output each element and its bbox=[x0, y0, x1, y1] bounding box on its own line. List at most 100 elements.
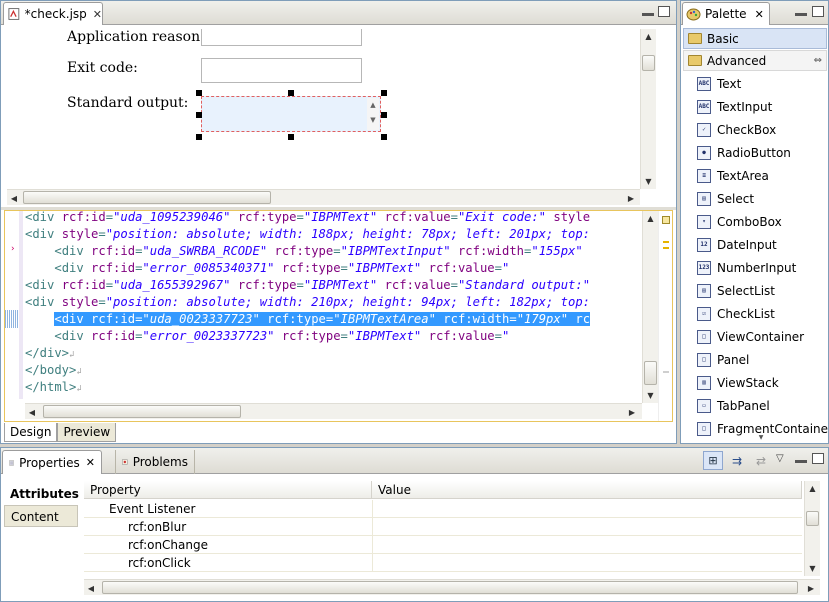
standard-output-textarea[interactable]: ▲ ▼ bbox=[201, 96, 381, 132]
source-horizontal-scrollbar[interactable]: ◀ ▶ bbox=[25, 403, 642, 419]
code-line[interactable]: <div rcf:id="uda_1655392967" rcf:type="I… bbox=[25, 277, 590, 294]
application-reason-input[interactable] bbox=[201, 29, 362, 46]
resize-handle[interactable] bbox=[288, 134, 294, 140]
palette-item[interactable]: 12 DateInput bbox=[697, 233, 777, 256]
palette-item[interactable]: ▾ ComboBox bbox=[697, 210, 782, 233]
resize-handle[interactable] bbox=[196, 134, 202, 140]
table-row[interactable]: rcf:onChange bbox=[84, 536, 802, 554]
code-line[interactable]: <div rcf:id="uda_SWRBA_RCODE" rcf:type="… bbox=[25, 243, 582, 260]
scroll-left-icon[interactable]: ◀ bbox=[25, 405, 39, 419]
resize-handle[interactable] bbox=[381, 134, 387, 140]
scroll-thumb[interactable] bbox=[806, 511, 819, 526]
view-menu-icon[interactable]: ▽ bbox=[776, 453, 784, 464]
maximize-icon[interactable] bbox=[812, 453, 824, 464]
maximize-icon[interactable] bbox=[812, 6, 824, 17]
code-line[interactable]: <div rcf:id="uda_0023337723" rcf:type="I… bbox=[25, 311, 591, 328]
properties-horizontal-scrollbar[interactable]: ◀ ▶ bbox=[84, 579, 820, 595]
design-canvas[interactable]: Application reason: Exit code: Standard … bbox=[7, 29, 640, 189]
palette-item[interactable]: ABC Text bbox=[697, 72, 741, 95]
side-tab-attributes[interactable]: Attributes bbox=[4, 483, 79, 505]
code-line[interactable]: </div>↲ bbox=[25, 345, 74, 362]
scroll-down-icon[interactable]: ▼ bbox=[641, 174, 656, 188]
column-header-property[interactable]: Property bbox=[84, 481, 372, 499]
code-line[interactable]: <div rcf:id="error_0023337723" rcf:type=… bbox=[25, 328, 509, 345]
scroll-thumb[interactable] bbox=[642, 55, 655, 71]
side-tab-content[interactable]: Content bbox=[4, 505, 78, 527]
scroll-left-icon[interactable]: ◀ bbox=[84, 581, 98, 595]
column-header-value[interactable]: Value bbox=[372, 481, 802, 499]
palette-item[interactable]: ▭ TabPanel bbox=[697, 394, 770, 417]
exit-code-input[interactable] bbox=[201, 58, 362, 83]
tab-preview[interactable]: Preview bbox=[57, 423, 117, 442]
scroll-thumb[interactable] bbox=[644, 361, 657, 385]
resize-handle[interactable] bbox=[381, 90, 387, 96]
fold-arrow-icon[interactable]: › bbox=[11, 244, 15, 254]
collapse-arrows-icon[interactable]: ⇔ bbox=[814, 55, 822, 66]
scroll-down-icon[interactable]: ▼ bbox=[805, 561, 820, 575]
code-line[interactable]: </html>↲ bbox=[25, 379, 82, 396]
close-icon[interactable]: ✕ bbox=[93, 8, 102, 21]
properties-vertical-scrollbar[interactable]: ▲ ▼ bbox=[804, 481, 820, 576]
resize-handle[interactable] bbox=[196, 112, 202, 118]
design-horizontal-scrollbar[interactable]: ◀ ▶ bbox=[7, 189, 640, 205]
scroll-thumb[interactable] bbox=[43, 405, 241, 418]
resize-handle[interactable] bbox=[288, 90, 294, 96]
source-editor[interactable]: › <div rcf:id="uda_1095239046" rcf:type=… bbox=[4, 210, 673, 422]
scroll-thumb[interactable] bbox=[23, 191, 271, 204]
tab-check-jsp[interactable]: *check.jsp ✕ bbox=[3, 2, 103, 25]
minimize-icon[interactable] bbox=[642, 13, 654, 16]
tab-palette[interactable]: Palette ✕ bbox=[682, 2, 770, 25]
palette-item[interactable]: ✓ CheckBox bbox=[697, 118, 776, 141]
palette-item[interactable]: ☑ CheckList bbox=[697, 302, 775, 325]
scroll-right-icon[interactable]: ▶ bbox=[625, 405, 639, 419]
table-row[interactable]: rcf:onClick bbox=[84, 554, 802, 572]
palette-item[interactable]: □ Panel bbox=[697, 348, 749, 371]
table-row[interactable]: Event Listener bbox=[84, 500, 802, 518]
scroll-up-icon[interactable]: ▲ bbox=[643, 211, 658, 225]
code-line[interactable]: <div rcf:id="error_0085340371" rcf:type=… bbox=[25, 260, 509, 277]
tab-properties[interactable]: Properties ✕ bbox=[2, 450, 102, 474]
design-vertical-scrollbar[interactable]: ▲ ▼ bbox=[640, 29, 656, 189]
palette-item[interactable]: ▤ Select bbox=[697, 187, 754, 210]
restore-default-icon[interactable]: ⇄ bbox=[752, 452, 770, 470]
source-vertical-scrollbar[interactable]: ▲ ▼ bbox=[642, 211, 658, 403]
resize-handle[interactable] bbox=[196, 90, 202, 96]
close-icon[interactable]: ✕ bbox=[755, 8, 764, 21]
minimize-icon[interactable] bbox=[795, 460, 807, 463]
scroll-left-icon[interactable]: ◀ bbox=[7, 191, 21, 205]
code-line[interactable]: <div rcf:id="uda_1095239046" rcf:type="I… bbox=[25, 211, 590, 226]
close-icon[interactable]: ✕ bbox=[86, 456, 95, 469]
palette-item-label: CheckList bbox=[717, 306, 775, 321]
scroll-thumb[interactable] bbox=[102, 581, 798, 594]
palette-item[interactable]: ▥ ViewStack bbox=[697, 371, 779, 394]
palette-item[interactable]: 123 NumberInput bbox=[697, 256, 796, 279]
table-row[interactable]: rcf:onBlur bbox=[84, 518, 802, 536]
palette-item[interactable]: ≡ TextArea bbox=[697, 164, 769, 187]
palette-group-advanced[interactable]: Advanced ⇔ bbox=[683, 50, 827, 71]
resize-handle[interactable] bbox=[381, 112, 387, 118]
tree-view-icon[interactable]: ⊞ bbox=[703, 451, 723, 470]
code-line[interactable]: <div style="position: absolute; width: 1… bbox=[25, 226, 590, 243]
tab-design[interactable]: Design bbox=[4, 423, 58, 442]
palette-item[interactable]: ● RadioButton bbox=[697, 141, 791, 164]
code-line[interactable]: <div style="position: absolute; width: 2… bbox=[25, 294, 590, 311]
palette-item[interactable]: ▤ SelectList bbox=[697, 279, 775, 302]
palette-item[interactable]: □ ViewContainer bbox=[697, 325, 804, 348]
scroll-down-icon[interactable]: ▼ bbox=[643, 388, 658, 402]
code-area[interactable]: <div rcf:id="uda_1095239046" rcf:type="I… bbox=[25, 211, 645, 399]
sort-icon[interactable]: ⇉ bbox=[728, 452, 746, 470]
palette-item[interactable]: ABC TextInput bbox=[697, 95, 772, 118]
scroll-up-icon[interactable]: ▲ bbox=[641, 29, 656, 43]
code-line[interactable]: </body>↲ bbox=[25, 362, 82, 379]
tab-problems[interactable]: Problems bbox=[115, 450, 195, 474]
textarea-scrollbar[interactable]: ▲ ▼ bbox=[367, 98, 379, 130]
palette-group-basic[interactable]: Basic bbox=[683, 28, 827, 49]
palette-item-label: TextInput bbox=[717, 99, 773, 114]
minimize-icon[interactable] bbox=[795, 13, 807, 16]
scroll-down-icon[interactable]: ▼ bbox=[721, 435, 801, 441]
scroll-right-icon[interactable]: ▶ bbox=[624, 191, 638, 205]
maximize-icon[interactable] bbox=[658, 6, 670, 17]
scroll-right-icon[interactable]: ▶ bbox=[804, 581, 818, 595]
warning-marker-icon[interactable] bbox=[662, 216, 670, 224]
scroll-up-icon[interactable]: ▲ bbox=[805, 481, 820, 495]
